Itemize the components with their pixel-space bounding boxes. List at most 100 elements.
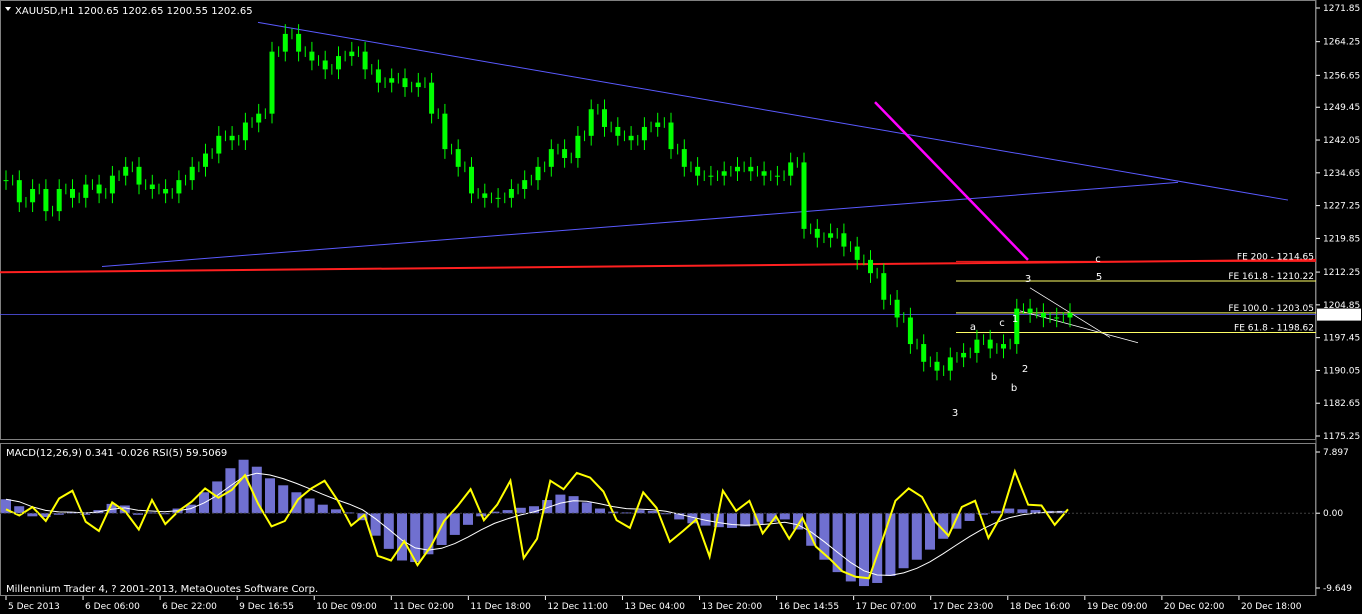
candle-body (429, 82, 435, 114)
candle-body (163, 188, 169, 194)
candle-body (469, 166, 474, 194)
macd-bar (740, 513, 751, 527)
candle-body (16, 180, 22, 203)
candle-body (123, 166, 129, 176)
candle-body (296, 33, 302, 52)
candle-body (828, 233, 834, 238)
macd-bar (463, 513, 473, 525)
wave-label: 3 (1025, 274, 1031, 285)
candle-body (681, 149, 687, 167)
price-tick-label: 1271.85 (1323, 4, 1360, 14)
macd-bar (515, 507, 526, 514)
candle-body (43, 188, 49, 212)
candle-body (628, 135, 634, 141)
macd-bar (265, 478, 275, 514)
macd-bar (436, 513, 447, 545)
candle-body (96, 184, 102, 194)
candle-body (1027, 308, 1033, 314)
copyright-text: Millennium Trader 4, ? 2001-2013, MetaQu… (6, 584, 318, 595)
time-tick-label: 19 Dec 09:00 (1087, 602, 1148, 612)
trading-chart[interactable]: FE 200 - 1214.65 FE 161.8 - 1210.22 FE 100… (0, 0, 1362, 614)
time-axis: 5 Dec 2013 6 Dec 06:00 6 Dec 22:00 9 Dec 16… (5, 596, 1302, 612)
candle-body (774, 175, 780, 177)
candle-body (322, 60, 328, 70)
candle-body (961, 352, 967, 358)
candle-body (415, 82, 421, 88)
macd-bar (304, 498, 315, 514)
wave-label: c (1095, 254, 1101, 265)
time-tick-label: 10 Dec 09:00 (316, 602, 377, 612)
candle-body (562, 149, 568, 158)
candle-body (455, 149, 461, 167)
candle-body (788, 162, 794, 176)
price-tick-label: 1234.65 (1323, 169, 1360, 179)
candle-body (336, 56, 341, 70)
candle-body (282, 33, 288, 52)
candle-body (229, 135, 235, 141)
wave-label: 1 (1012, 314, 1018, 325)
fib-level-label: FE 100.0 - 1203.05 (1228, 304, 1314, 314)
fib-level-label: FE 61.8 - 1198.62 (1234, 323, 1314, 333)
time-tick-label: 6 Dec 06:00 (85, 602, 140, 612)
candle-body (907, 317, 913, 345)
macd-bar (278, 485, 289, 514)
candle-body (588, 109, 594, 136)
candle-body (921, 344, 927, 362)
candle-body (602, 109, 607, 127)
candle-body (814, 228, 820, 238)
time-tick-label: 12 Dec 11:00 (547, 602, 608, 612)
price-tick-label: 1175.25 (1323, 432, 1360, 442)
time-tick-label: 6 Dec 22:00 (162, 602, 217, 612)
candle-body (442, 113, 448, 150)
macd-bar (911, 513, 922, 560)
candle-body (934, 361, 940, 371)
time-tick-label: 17 Dec 23:00 (933, 602, 994, 612)
indicator-header: MACD(12,26,9) 0.341 -0.026 RSI(5) 59.506… (6, 448, 227, 459)
candle-body (176, 180, 182, 194)
time-tick-label: 11 Dec 18:00 (470, 602, 531, 612)
fib-level-label: FE 161.8 - 1210.22 (1228, 272, 1314, 282)
macd-bar (1017, 509, 1028, 514)
candle-body (761, 171, 767, 176)
time-tick-label: 11 Dec 02:00 (393, 602, 454, 612)
candle-body (748, 166, 754, 172)
candle-body (70, 188, 75, 198)
candle-body (668, 122, 674, 150)
price-tick-label: 1182.65 (1323, 399, 1360, 409)
candle-body (548, 149, 554, 167)
candle-body (655, 122, 661, 127)
candle-body (987, 339, 993, 349)
main-panel[interactable] (0, 0, 1316, 440)
candle-body (854, 246, 860, 260)
candle-body (309, 51, 315, 61)
indicator-panel[interactable] (0, 443, 1316, 596)
time-tick-label: 20 Dec 18:00 (1241, 602, 1302, 612)
candle-body (203, 153, 208, 167)
candle-body (947, 357, 953, 371)
indicator-axis: 7.897 0.00 -9.649 (1316, 448, 1352, 594)
candle-body (641, 126, 647, 141)
macd-bar (872, 513, 883, 583)
price-tick-label: 1219.85 (1323, 234, 1360, 244)
macd-bar (885, 513, 896, 576)
macd-bar (423, 513, 434, 555)
macd-bar (1004, 508, 1015, 514)
candle-body (3, 180, 9, 182)
macd-bar (317, 504, 328, 514)
price-tick-label: 1249.45 (1323, 103, 1360, 113)
candle-body (56, 188, 62, 212)
candle-body (894, 299, 900, 318)
macd-bar (383, 513, 394, 549)
wave-label: 5 (1096, 272, 1102, 283)
candle-body (242, 122, 248, 141)
candle-body (269, 51, 275, 114)
indicator-tick-label: 7.897 (1323, 448, 1349, 458)
wave-label: a (970, 322, 976, 333)
candle-body (522, 180, 528, 189)
candle-body (136, 166, 142, 185)
macd-bar (964, 513, 975, 521)
candle-body (30, 188, 36, 203)
candle-body (535, 166, 541, 181)
candle-body (721, 171, 727, 176)
time-tick-label: 17 Dec 07:00 (856, 602, 917, 612)
